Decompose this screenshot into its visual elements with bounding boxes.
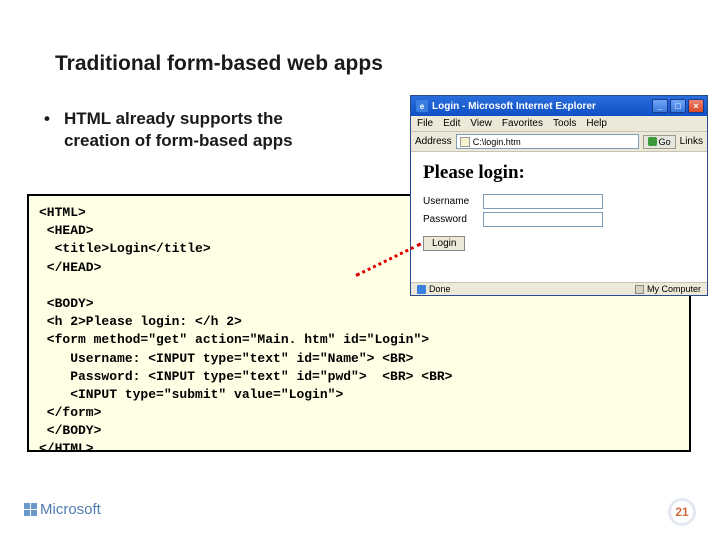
menu-help[interactable]: Help <box>586 118 607 129</box>
bullet-item: • HTML already supports the creation of … <box>44 108 293 152</box>
go-button[interactable]: Go <box>643 135 676 149</box>
ie-icon: e <box>416 100 428 112</box>
menu-file[interactable]: File <box>417 118 433 129</box>
window-title: Login - Microsoft Internet Explorer <box>432 101 652 112</box>
slide-title: Traditional form-based web apps <box>55 52 383 76</box>
page-content: Please login: Username Password Login <box>411 152 707 282</box>
minimize-button[interactable]: _ <box>652 99 668 113</box>
menu-bar: File Edit View Favorites Tools Help <box>411 116 707 132</box>
file-icon <box>460 137 470 147</box>
login-submit-button[interactable]: Login <box>423 236 465 251</box>
username-input[interactable] <box>483 194 603 209</box>
password-input[interactable] <box>483 212 603 227</box>
microsoft-logo: Microsoft <box>24 501 101 518</box>
microsoft-brand-text: Microsoft <box>40 501 101 518</box>
username-label: Username <box>423 196 483 207</box>
computer-icon <box>635 285 644 294</box>
bullet-text: HTML already supports the creation of fo… <box>64 108 293 152</box>
password-label: Password <box>423 214 483 225</box>
menu-edit[interactable]: Edit <box>443 118 460 129</box>
page-number: 21 <box>675 505 688 519</box>
login-heading: Please login: <box>423 162 695 184</box>
microsoft-squares-icon <box>24 503 37 516</box>
browser-window: e Login - Microsoft Internet Explorer _ … <box>410 95 708 296</box>
maximize-button[interactable]: □ <box>670 99 686 113</box>
address-bar: Address C:\login.htm Go Links <box>411 132 707 152</box>
links-label[interactable]: Links <box>680 136 703 147</box>
menu-favorites[interactable]: Favorites <box>502 118 543 129</box>
address-field[interactable]: C:\login.htm <box>456 134 639 149</box>
go-arrow-icon <box>648 137 657 146</box>
done-icon <box>417 285 426 294</box>
address-label: Address <box>415 136 452 147</box>
bullet-dot-icon: • <box>44 108 50 152</box>
page-number-badge: 21 <box>668 498 696 526</box>
status-done-text: Done <box>429 284 451 294</box>
status-zone-text: My Computer <box>647 284 701 294</box>
address-value: C:\login.htm <box>473 137 521 147</box>
menu-view[interactable]: View <box>470 118 492 129</box>
status-bar: Done My Computer <box>411 282 707 295</box>
window-titlebar: e Login - Microsoft Internet Explorer _ … <box>411 96 707 116</box>
menu-tools[interactable]: Tools <box>553 118 576 129</box>
close-button[interactable]: × <box>688 99 704 113</box>
